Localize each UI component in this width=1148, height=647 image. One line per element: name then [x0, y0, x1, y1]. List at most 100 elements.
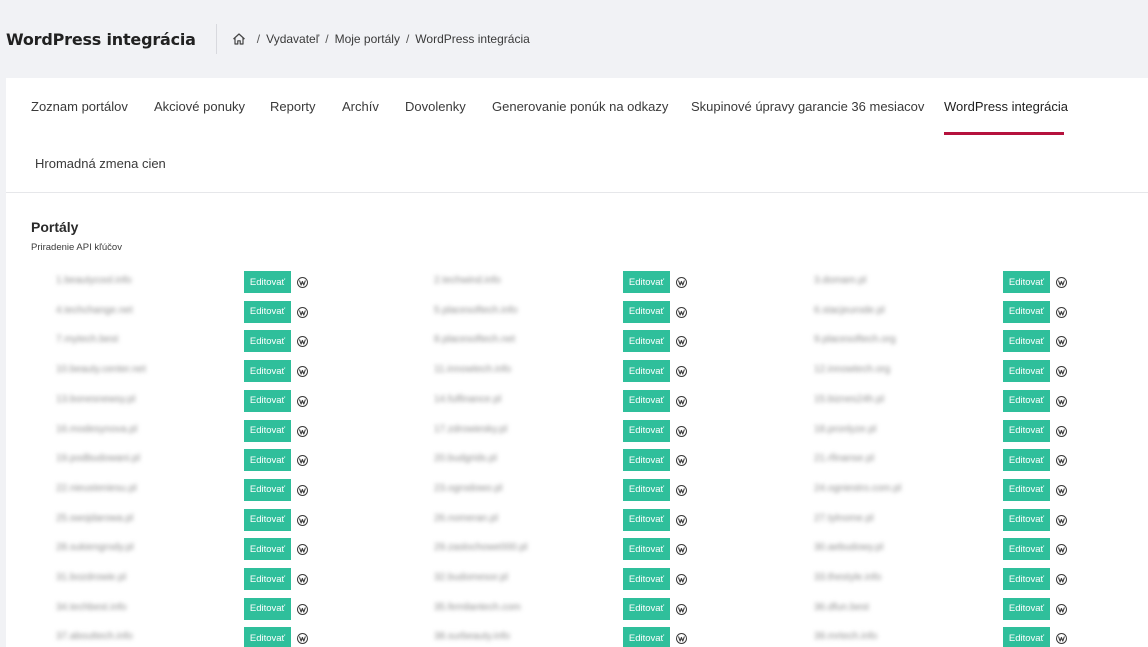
breadcrumb-separator: / — [256, 32, 261, 46]
edit-button[interactable]: Editovať — [623, 538, 670, 561]
main-card: Zoznam portálov Akciové ponuky Reporty A… — [6, 78, 1148, 647]
wordpress-icon[interactable] — [297, 513, 308, 526]
edit-button[interactable]: Editovať — [623, 597, 670, 620]
edit-button[interactable]: Editovať — [244, 271, 291, 293]
wordpress-icon[interactable] — [1056, 334, 1067, 348]
wordpress-icon[interactable] — [297, 334, 308, 348]
edit-button[interactable]: Editovať — [623, 360, 670, 383]
breadcrumb-item-publisher[interactable]: Vydavateľ — [266, 32, 319, 46]
wordpress-icon[interactable] — [1056, 275, 1067, 288]
edit-button[interactable]: Editovať — [1003, 419, 1050, 442]
portal-name: 13.bonesnewsy.pl — [56, 393, 136, 405]
wordpress-icon[interactable] — [1056, 394, 1067, 407]
edit-button[interactable]: Editovať — [623, 330, 670, 353]
edit-button[interactable]: Editovať — [623, 300, 670, 323]
wordpress-icon[interactable] — [1056, 631, 1067, 645]
wordpress-icon[interactable] — [1056, 602, 1067, 615]
edit-button[interactable]: Editovať — [623, 449, 670, 472]
edit-button[interactable]: Editovať — [244, 568, 291, 590]
edit-button[interactable]: Editovať — [1003, 568, 1050, 590]
wordpress-icon[interactable] — [676, 602, 687, 615]
portal-name: 39.mrtech.info — [814, 631, 878, 643]
home-icon[interactable] — [232, 32, 246, 46]
edit-button[interactable]: Editovať — [244, 389, 291, 412]
wordpress-icon[interactable] — [1056, 305, 1067, 318]
edit-button[interactable]: Editovať — [1003, 271, 1050, 293]
edit-button[interactable]: Editovať — [1003, 389, 1050, 412]
edit-button[interactable]: Editovať — [1003, 360, 1050, 383]
wordpress-icon[interactable] — [297, 394, 308, 407]
portal-name: 26.nomeran.pl — [434, 512, 498, 524]
edit-button[interactable]: Editovať — [244, 419, 291, 442]
wordpress-icon[interactable] — [1056, 453, 1067, 467]
wordpress-icon[interactable] — [297, 631, 308, 645]
edit-button[interactable]: Editovať — [623, 419, 670, 442]
edit-button[interactable]: Editovať — [244, 449, 291, 472]
wordpress-icon[interactable] — [297, 483, 308, 496]
wordpress-icon[interactable] — [297, 275, 308, 288]
edit-button[interactable]: Editovať — [244, 360, 291, 383]
wordpress-icon[interactable] — [297, 424, 308, 437]
edit-button[interactable]: Editovať — [1003, 597, 1050, 620]
portal-name: 3.domam.pl — [814, 275, 867, 286]
breadcrumb-item-my-portals[interactable]: Moje portály — [335, 32, 400, 46]
wordpress-icon[interactable] — [676, 275, 687, 288]
edit-button[interactable]: Editovať — [244, 627, 291, 647]
wordpress-icon[interactable] — [676, 394, 687, 407]
wordpress-icon[interactable] — [676, 631, 687, 645]
wordpress-icon[interactable] — [297, 602, 308, 615]
edit-button[interactable]: Editovať — [623, 478, 670, 501]
edit-button[interactable]: Editovať — [623, 389, 670, 412]
wordpress-icon[interactable] — [297, 305, 308, 318]
portal-name: 23.ogrodowo.pl — [434, 482, 503, 494]
edit-button[interactable]: Editovať — [244, 538, 291, 561]
page-title: WordPress integrácia — [6, 29, 196, 49]
wordpress-icon[interactable] — [297, 364, 308, 378]
edit-button[interactable]: Editovať — [1003, 508, 1050, 531]
portal-name: 10.beauty.center.net — [56, 364, 146, 376]
edit-button[interactable]: Editovať — [623, 508, 670, 531]
wordpress-icon[interactable] — [1056, 483, 1067, 496]
wordpress-icon[interactable] — [1056, 513, 1067, 526]
edit-button[interactable]: Editovať — [1003, 538, 1050, 561]
portal-name: 19.podbudowani.pl — [56, 453, 140, 465]
breadcrumb: / Vydavateľ / Moje portály / WordPress i… — [232, 32, 530, 46]
edit-button[interactable]: Editovať — [244, 597, 291, 620]
portal-name: 17.zdrowiesky.pl — [434, 423, 508, 435]
edit-button[interactable]: Editovať — [623, 627, 670, 647]
portal-name: 34.techbest.info — [56, 601, 127, 613]
portal-name: 4.techchange.net — [56, 304, 133, 316]
wordpress-icon[interactable] — [1056, 424, 1067, 437]
wordpress-icon[interactable] — [297, 453, 308, 467]
edit-button[interactable]: Editovať — [623, 568, 670, 590]
wordpress-icon[interactable] — [676, 424, 687, 437]
portal-name: 33.thestyle.info — [814, 572, 882, 583]
wordpress-icon[interactable] — [1056, 364, 1067, 378]
edit-button[interactable]: Editovať — [1003, 449, 1050, 472]
wordpress-icon[interactable] — [676, 305, 687, 318]
wordpress-icon[interactable] — [676, 483, 687, 496]
wordpress-icon[interactable] — [676, 364, 687, 378]
edit-button[interactable]: Editovať — [1003, 478, 1050, 501]
edit-button[interactable]: Editovať — [1003, 627, 1050, 647]
edit-button[interactable]: Editovať — [244, 508, 291, 531]
wordpress-icon[interactable] — [297, 542, 308, 556]
edit-button[interactable]: Editovať — [1003, 330, 1050, 353]
wordpress-icon[interactable] — [676, 513, 687, 526]
edit-button[interactable]: Editovať — [244, 330, 291, 353]
edit-button[interactable]: Editovať — [623, 271, 670, 293]
edit-button[interactable]: Editovať — [244, 478, 291, 501]
wordpress-icon[interactable] — [1056, 572, 1067, 585]
wordpress-icon[interactable] — [676, 453, 687, 467]
portal-name: 35.femilantech.com — [434, 601, 521, 613]
wordpress-icon[interactable] — [676, 572, 687, 585]
portal-name: 11.innowtech.info — [434, 364, 512, 376]
wordpress-icon[interactable] — [676, 334, 687, 348]
wordpress-icon[interactable] — [1056, 542, 1067, 556]
portal-name: 27.tylnome.pl — [814, 512, 874, 524]
header-divider — [215, 24, 217, 54]
wordpress-icon[interactable] — [297, 572, 308, 585]
edit-button[interactable]: Editovať — [244, 300, 291, 323]
edit-button[interactable]: Editovať — [1003, 300, 1050, 323]
wordpress-icon[interactable] — [676, 542, 687, 556]
